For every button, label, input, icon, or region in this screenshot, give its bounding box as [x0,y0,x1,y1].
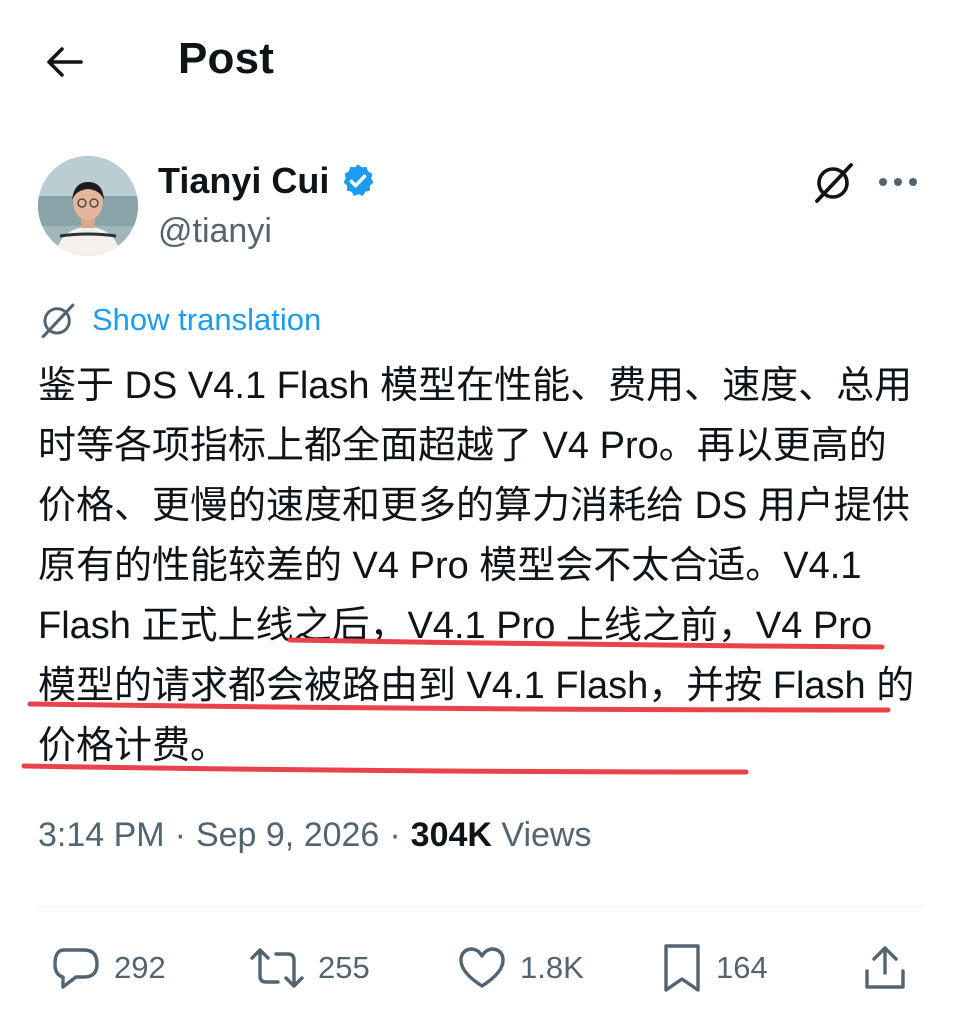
back-button[interactable] [38,36,90,88]
like-button[interactable]: 1.8K [456,940,584,996]
bookmark-count: 164 [716,950,768,985]
like-count: 1.8K [520,950,584,985]
reply-button[interactable]: 292 [50,940,166,996]
author-name-row[interactable]: Tianyi Cui [158,160,377,202]
reply-count: 292 [114,950,166,985]
grok-button[interactable] [808,156,860,208]
views-label: Views [501,816,592,854]
divider [38,906,924,907]
more-icon [879,178,917,186]
post-text-tail: 。 [190,725,229,767]
share-icon [865,946,905,989]
author-display-name[interactable]: Tianyi Cui [158,160,329,202]
post-meta: 3:14 PM · Sep 9, 2026 · 304K Views [38,816,592,855]
show-translation-label: Show translation [92,302,322,337]
repost-icon [250,948,304,988]
show-translation-button[interactable]: Show translation [38,300,321,340]
post-date[interactable]: Sep 9, 2026 [196,816,379,855]
repost-count: 255 [318,950,370,985]
share-button[interactable] [862,940,908,996]
meta-separator: · [174,816,186,854]
grok-icon [815,163,853,203]
bookmark-button[interactable]: 164 [660,940,768,996]
bookmark-icon [664,944,700,992]
avatar[interactable] [38,156,138,256]
views-count: 304K [410,816,492,854]
author-handle[interactable]: @tianyi [158,212,272,251]
more-button[interactable] [872,158,924,206]
reply-icon [53,948,99,989]
verified-badge-icon [343,164,374,196]
views[interactable]: 304K Views [411,816,592,855]
post-text: 鉴于 DS V4.1 Flash 模型在性能、费用、速度、总用时等各项指标上都全… [38,356,918,776]
like-icon [459,947,505,988]
back-arrow-icon [47,47,83,77]
post-text-plain: 鉴于 DS V4.1 Flash 模型在性能、费用、速度、总用时等各项指标上都全… [38,365,913,587]
page-title: Post [178,34,275,83]
translate-icon [41,303,75,339]
post-time[interactable]: 3:14 PM [38,816,165,855]
repost-button[interactable]: 255 [248,940,370,996]
meta-separator: · [389,816,401,854]
